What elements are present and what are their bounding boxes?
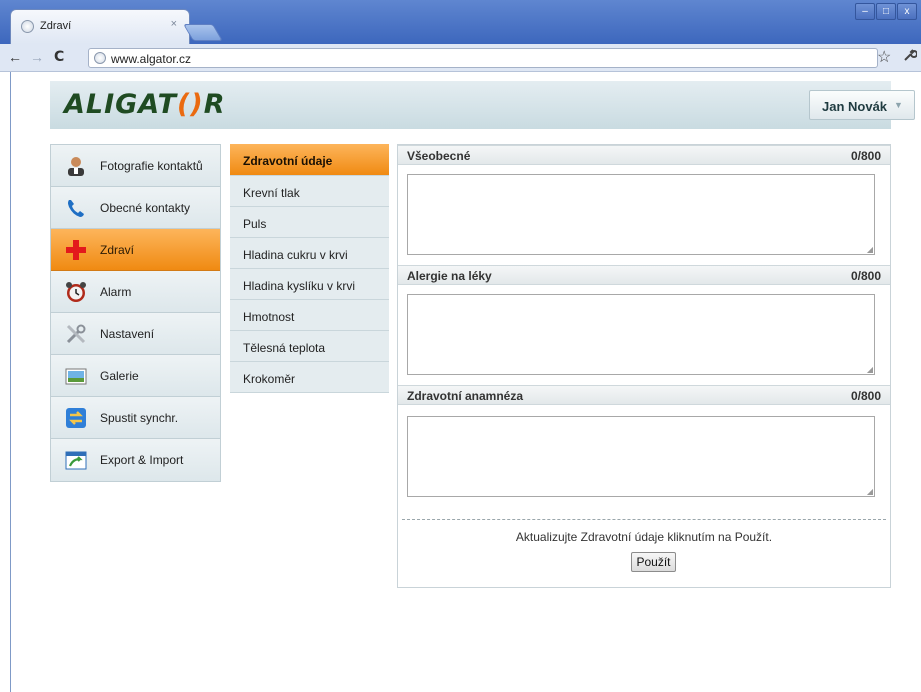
health-data-panel: Všeobecné 0/800 ◢ Alergie na léky 0/800 … [397, 144, 891, 588]
apply-button[interactable]: Použít [631, 552, 676, 572]
url-text[interactable]: www.algator.cz [111, 52, 191, 66]
globe-icon [21, 20, 34, 33]
tools-icon [65, 323, 87, 345]
address-bar[interactable]: www.algator.cz [88, 48, 878, 68]
bookmark-star-icon[interactable]: ☆ [877, 47, 891, 67]
dashed-divider [402, 519, 886, 520]
medical-history-textarea[interactable]: ◢ [407, 416, 875, 497]
page-globe-icon [94, 52, 106, 64]
phone-icon [65, 197, 87, 219]
char-counter: 0/800 [850, 269, 881, 283]
subnav-item-blood-oxygen[interactable]: Hladina kyslíku v krvi [230, 269, 389, 300]
subnav-item-weight[interactable]: Hmotnost [230, 300, 389, 331]
nav-item-alarm[interactable]: Alarm [51, 271, 220, 313]
app-header: ALIGAT()R Jan Novák ▼ [50, 81, 915, 129]
subnav-item-body-temperature[interactable]: Tělesná teplota [230, 331, 389, 362]
browser-tab[interactable]: Zdraví × [10, 9, 190, 44]
resize-grip-icon[interactable]: ◢ [867, 365, 873, 374]
general-textarea[interactable]: ◢ [407, 174, 875, 255]
char-counter: 0/800 [850, 149, 881, 163]
wrench-icon[interactable] [903, 48, 918, 65]
nav-item-contact-photos[interactable]: Fotografie kontaktů [51, 145, 220, 187]
subnav-item-pulse[interactable]: Puls [230, 207, 389, 238]
user-name: Jan Novák [822, 99, 888, 114]
export-import-icon [65, 449, 87, 471]
browser-toolbar: ← → C www.algator.cz ☆ [0, 44, 921, 72]
drug-allergies-textarea[interactable]: ◢ [407, 294, 875, 375]
chevron-down-icon: ▼ [894, 100, 903, 110]
forward-icon[interactable]: → [30, 49, 44, 65]
health-subnav: Zdravotní údaje Krevní tlak Puls Hladina… [230, 144, 389, 393]
nav-item-settings[interactable]: Nastavení [51, 313, 220, 355]
tab-close-icon[interactable]: × [171, 18, 177, 30]
resize-grip-icon[interactable]: ◢ [867, 245, 873, 254]
alarm-clock-icon [65, 281, 87, 303]
nav-item-general-contacts[interactable]: Obecné kontakty [51, 187, 220, 229]
aligator-logo[interactable]: ALIGAT()R [64, 89, 226, 120]
resize-grip-icon[interactable]: ◢ [867, 487, 873, 496]
back-icon[interactable]: ← [8, 49, 22, 65]
sync-icon [65, 407, 87, 429]
section-header-drug-allergies: Alergie na léky 0/800 [398, 265, 890, 285]
nav-item-health[interactable]: Zdraví [51, 229, 220, 271]
subnav-item-blood-sugar[interactable]: Hladina cukru v krvi [230, 238, 389, 269]
update-hint: Aktualizujte Zdravotní údaje kliknutím n… [515, 530, 773, 544]
red-cross-icon [65, 239, 87, 261]
subnav-item-pedometer[interactable]: Krokoměr [230, 362, 389, 393]
subnav-item-health-data[interactable]: Zdravotní údaje [230, 144, 389, 176]
gallery-icon [65, 365, 87, 387]
window-controls: – □ x [854, 3, 917, 22]
main-nav: Fotografie kontaktů Obecné kontakty Zdra… [50, 144, 221, 482]
user-menu-button[interactable]: Jan Novák ▼ [809, 90, 915, 120]
subnav-item-blood-pressure[interactable]: Krevní tlak [230, 176, 389, 207]
browser-titlebar: Zdraví × – □ x [0, 0, 921, 44]
close-window-button[interactable]: x [897, 3, 917, 20]
reload-icon[interactable]: C [54, 49, 64, 65]
section-header-medical-history: Zdravotní anamnéza 0/800 [398, 385, 890, 405]
minimize-button[interactable]: – [855, 3, 875, 20]
char-counter: 0/800 [850, 389, 881, 403]
nav-item-gallery[interactable]: Galerie [51, 355, 220, 397]
nav-item-export-import[interactable]: Export & Import [51, 439, 220, 481]
tab-title: Zdraví [40, 20, 72, 32]
nav-item-sync[interactable]: Spustit synchr. [51, 397, 220, 439]
contact-photo-icon [65, 155, 87, 177]
maximize-button[interactable]: □ [876, 3, 896, 20]
section-header-general: Všeobecné 0/800 [398, 145, 890, 165]
